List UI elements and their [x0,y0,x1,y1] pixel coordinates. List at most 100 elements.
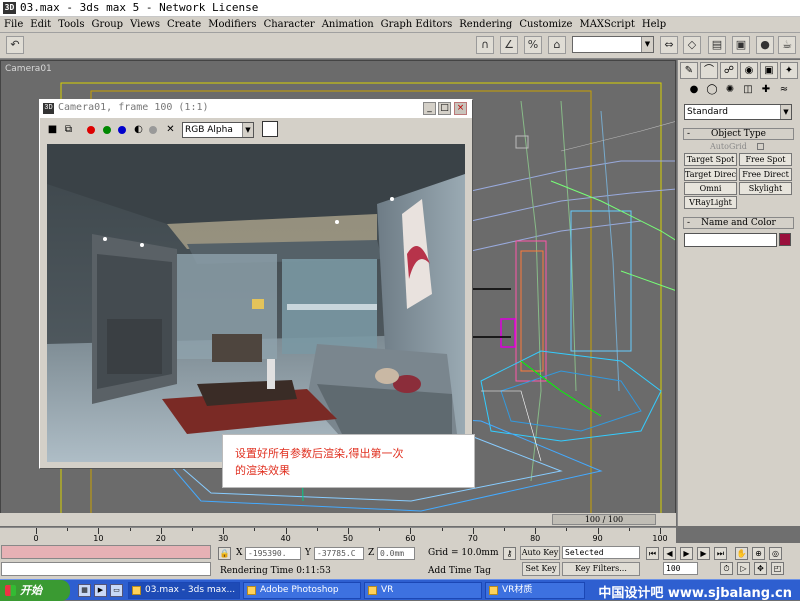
frame-counter[interactable]: 100 / 100 [552,514,656,525]
monochrome-icon[interactable] [149,126,157,134]
rendered-frame-window[interactable]: 3D Camera01, frame 100 (1:1) _ □ × ■ ⧉ ◐… [39,99,473,469]
key-filters-button[interactable]: Key Filters... [562,562,640,576]
rendered-frame-title-bar[interactable]: 3D Camera01, frame 100 (1:1) _ □ × [40,100,472,118]
helpers-icon[interactable]: ✚ [758,82,774,98]
create-tab-icon[interactable]: ✎ [680,62,698,79]
cameras-icon[interactable]: ◫ [740,82,756,98]
category-combo[interactable]: Standard ▼ [684,104,792,120]
set-key-button[interactable]: Set Key [522,562,560,576]
task-folder-vr-material[interactable]: VR材质 [485,582,585,599]
autogrid-checkbox[interactable] [757,143,764,150]
menu-views[interactable]: Views [130,19,160,30]
add-time-tag-button[interactable]: Add Time Tag [428,566,491,576]
alpha-channel-icon[interactable]: ◐ [132,123,145,136]
task-folder-vr[interactable]: VR [364,582,482,599]
menu-group[interactable]: Group [91,19,123,30]
time-config-icon[interactable]: ⏱ [720,562,733,575]
channel-combo[interactable]: RGB Alpha ▼ [182,122,254,138]
menu-create[interactable]: Create [167,19,201,30]
color-swatch[interactable] [262,121,278,137]
close-button[interactable]: × [454,102,467,115]
object-type-rollout[interactable]: - Object Type [683,128,794,140]
goto-end-icon[interactable]: ⏭ [714,547,727,560]
x-coordinate-field[interactable]: -195390. [245,547,301,560]
undo-icon[interactable]: ↶ [6,36,24,54]
start-button[interactable]: 开始 [0,580,70,601]
green-channel-icon[interactable] [103,126,111,134]
snap-angle-icon[interactable]: ∠ [500,36,518,54]
task-photoshop[interactable]: Adobe Photoshop [243,582,361,599]
free-direct-button[interactable]: Free Direct [739,168,792,181]
menu-file[interactable]: File [4,19,23,30]
fov-icon[interactable]: ▷ [737,562,750,575]
current-frame-field[interactable]: 100 [663,562,698,575]
menu-character[interactable]: Character [264,19,315,30]
task-3dsmax[interactable]: 03.max - 3ds max... [128,582,240,599]
lock-icon[interactable]: 🔒 [218,547,231,560]
spacewarps-icon[interactable]: ≈ [776,82,792,98]
menu-tools[interactable]: Tools [58,19,84,30]
motion-tab-icon[interactable]: ◉ [740,62,758,79]
clone-icon[interactable]: ⧉ [62,123,75,136]
save-icon[interactable]: ■ [46,123,59,136]
track-bar[interactable]: 0 10 20 30 40 50 60 70 80 90 100 [0,527,676,543]
y-coordinate-field[interactable]: -37785.C [314,547,364,560]
menu-maxscript[interactable]: MAXScript [579,19,634,30]
minimize-button[interactable]: _ [423,102,436,115]
menu-help[interactable]: Help [642,19,666,30]
object-name-field[interactable] [684,233,777,247]
next-frame-icon[interactable]: ▶ [697,547,710,560]
omni-button[interactable]: Omni [684,182,737,195]
hierarchy-tab-icon[interactable]: ☍ [720,62,738,79]
shapes-icon[interactable]: ◯ [704,82,720,98]
z-coordinate-field[interactable]: 0.0mm [377,547,415,560]
skylight-button[interactable]: Skylight [739,182,792,195]
target-spot-button[interactable]: Target Spot [684,153,737,166]
quicklaunch-folder-icon[interactable]: ▭ [110,584,123,597]
time-slider[interactable]: 100 / 100 [0,513,676,526]
named-selection-combo[interactable]: ▼ [572,36,654,53]
mirror-icon[interactable]: ⇔ [660,36,678,54]
maximize-button[interactable]: □ [438,102,451,115]
key-mode-combo[interactable]: Selected [562,546,640,559]
display-tab-icon[interactable]: ▣ [760,62,778,79]
snap-percent-icon[interactable]: % [524,36,542,54]
layer-manager-icon[interactable]: ▤ [708,36,726,54]
menu-animation[interactable]: Animation [322,19,374,30]
utilities-tab-icon[interactable]: ✦ [780,62,798,79]
pan-icon[interactable]: ✋ [735,547,748,560]
key-icon[interactable]: ⚷ [503,547,516,560]
maximize-viewport-icon[interactable]: ◰ [771,562,784,575]
render-setup-icon[interactable]: ▣ [732,36,750,54]
align-icon[interactable]: ◇ [683,36,701,54]
auto-key-button[interactable]: Auto Key [520,546,560,560]
modify-tab-icon[interactable]: ⌒ [700,62,718,79]
name-color-rollout[interactable]: - Name and Color [683,217,794,229]
quicklaunch-desktop-icon[interactable]: ▦ [78,584,91,597]
geometry-icon[interactable]: ● [686,82,702,98]
material-editor-icon[interactable]: ● [756,36,774,54]
goto-start-icon[interactable]: ⏮ [646,547,659,560]
object-color-swatch[interactable] [779,233,791,246]
target-direct-button[interactable]: Target Direct [684,168,737,181]
zoom-icon[interactable]: ⊕ [752,547,765,560]
vraylight-button[interactable]: VRayLight [684,196,737,209]
walk-icon[interactable]: ✥ [754,562,767,575]
quicklaunch-media-icon[interactable]: ▶ [94,584,107,597]
blue-channel-icon[interactable] [118,126,126,134]
quick-render-icon[interactable]: ☕ [778,36,796,54]
magnet-icon[interactable]: ∩ [476,36,494,54]
red-channel-icon[interactable] [87,126,95,134]
menu-customize[interactable]: Customize [519,19,572,30]
menu-modifiers[interactable]: Modifiers [208,19,256,30]
menu-graph-editors[interactable]: Graph Editors [381,19,453,30]
menu-rendering[interactable]: Rendering [459,19,512,30]
clear-icon[interactable]: ✕ [164,123,177,136]
orbit-icon[interactable]: ◎ [769,547,782,560]
edit-selection-icon[interactable]: ⌂ [548,36,566,54]
prev-frame-icon[interactable]: ◀ [663,547,676,560]
menu-edit[interactable]: Edit [30,19,51,30]
lights-icon[interactable]: ✺ [722,82,738,98]
play-icon[interactable]: ▶ [680,547,693,560]
maxscript-listener-bar[interactable] [1,545,211,559]
